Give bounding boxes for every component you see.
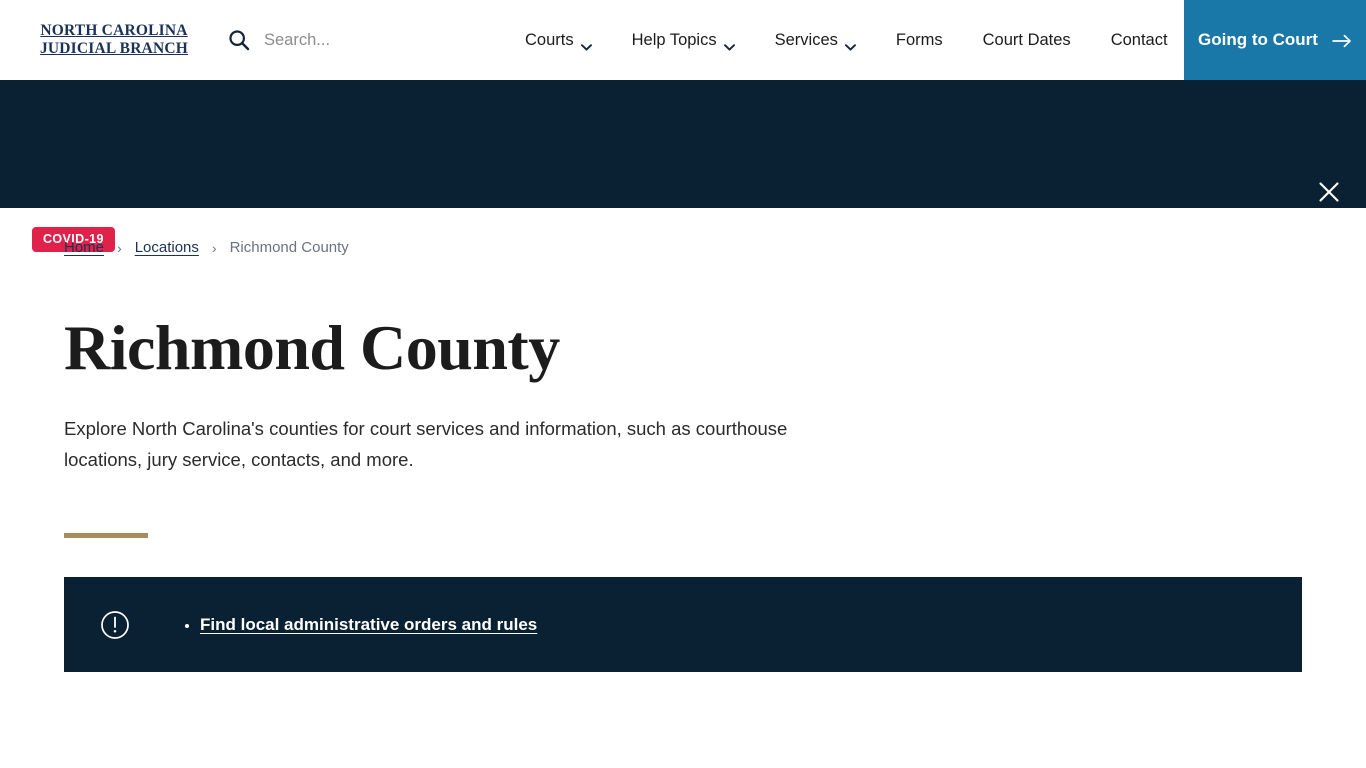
nav-label-court-dates: Court Dates <box>982 30 1071 49</box>
list-item: Find local administrative orders and rul… <box>200 615 537 635</box>
nav-item-contact[interactable]: Contact <box>1091 0 1188 80</box>
nav-label-help-topics: Help Topics <box>631 30 717 49</box>
breadcrumb-item-home[interactable]: Home <box>64 239 104 256</box>
breadcrumb-item-current: Richmond County <box>229 239 349 256</box>
logo-line-1: NORTH CAROLINA <box>40 22 188 39</box>
search-bar[interactable] <box>228 20 504 60</box>
main-navigation: Courts Help Topics Services Forms Court … <box>505 0 1188 80</box>
nav-item-help-topics[interactable]: Help Topics <box>612 0 755 80</box>
logo-line-2: JUDICIAL BRANCH <box>39 40 189 57</box>
chevron-down-icon <box>844 37 856 51</box>
alert-box: Find local administrative orders and rul… <box>64 577 1302 673</box>
nav-label-contact: Contact <box>1110 30 1168 49</box>
nav-label-courts: Courts <box>525 30 574 49</box>
breadcrumb: Home › Locations › Richmond County <box>64 208 1366 256</box>
page-title: Richmond County <box>64 312 560 383</box>
search-input[interactable] <box>264 26 504 54</box>
exclamation-circle-icon <box>100 610 130 640</box>
page-description: Explore North Carolina's counties for co… <box>64 418 788 471</box>
main-content: Home › Locations › Richmond County Richm… <box>0 208 1366 673</box>
breadcrumb-item-locations[interactable]: Locations <box>135 239 199 256</box>
covid-alert-banner: COVID-19 Find COVID-19 orders, updates, … <box>0 80 1366 252</box>
nav-item-services[interactable]: Services <box>755 0 876 80</box>
nav-item-courts[interactable]: Courts <box>505 0 612 80</box>
breadcrumb-separator: › <box>117 239 122 256</box>
gold-divider <box>64 533 148 539</box>
search-icon[interactable] <box>228 29 250 51</box>
breadcrumb-separator: › <box>211 239 217 256</box>
cta-label: Going to Court <box>1198 30 1318 49</box>
nav-label-forms: Forms <box>895 30 943 49</box>
site-header: NORTH CAROLINA JUDICIAL BRANCH Courts He… <box>0 0 1366 80</box>
chevron-down-icon <box>580 37 592 51</box>
nav-item-forms[interactable]: Forms <box>876 0 963 80</box>
chevron-down-icon <box>723 37 735 51</box>
alert-link-local-orders[interactable]: Find local administrative orders and rul… <box>200 615 537 634</box>
site-logo[interactable]: NORTH CAROLINA JUDICIAL BRANCH <box>30 22 198 58</box>
nav-item-court-dates[interactable]: Court Dates <box>963 0 1091 80</box>
alert-link-list: Find local administrative orders and rul… <box>180 615 537 635</box>
nav-label-services: Services <box>774 30 838 49</box>
close-icon[interactable] <box>1312 175 1346 209</box>
arrow-right-icon <box>1332 33 1352 48</box>
going-to-court-button[interactable]: Going to Court <box>1184 0 1366 80</box>
